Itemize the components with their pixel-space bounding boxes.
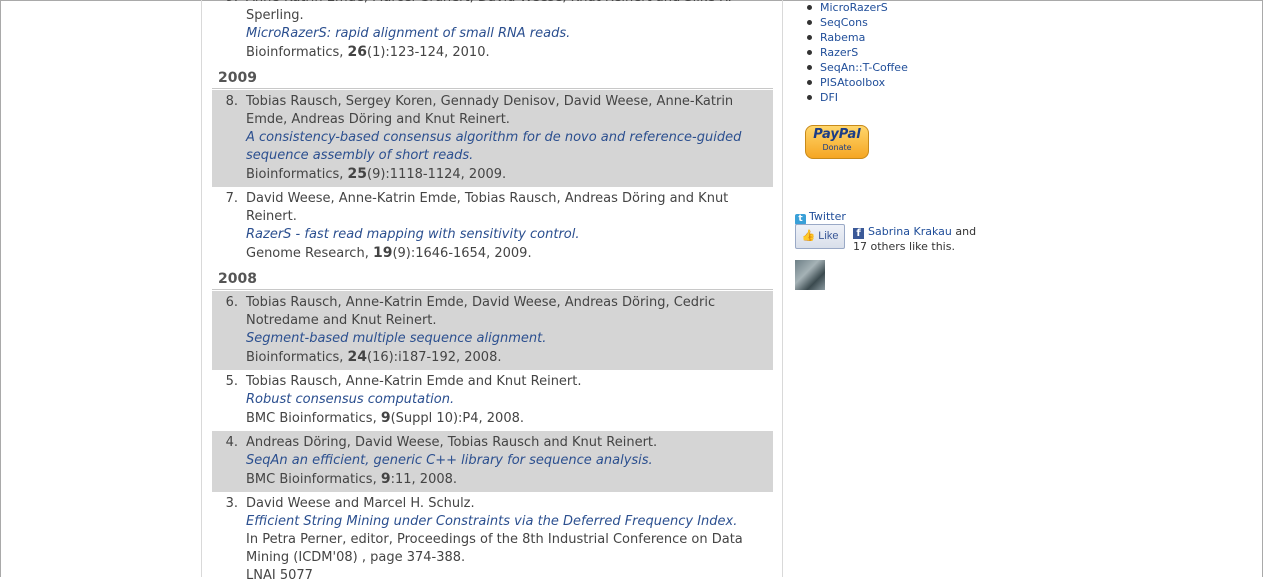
publication-number: 9.: [218, 0, 238, 7]
facebook-like-text: f Sabrina Krakau and 17 others like this.: [853, 224, 993, 254]
project-link[interactable]: Rabema: [805, 30, 908, 45]
project-link[interactable]: SeqAn::T-Coffee: [805, 60, 908, 75]
publication-number: 7.: [225, 191, 238, 206]
publication-venue: Bioinformatics, 25(9):1118-1124, 2009.: [246, 165, 763, 184]
publication-authors: Andreas Döring, David Weese, Tobias Raus…: [246, 435, 658, 450]
publication-venue: Bioinformatics, 24(16):i187-192, 2008.: [246, 348, 763, 367]
publication-title-link[interactable]: MicroRazerS: rapid alignment of small RN…: [246, 25, 763, 43]
facebook-friend-avatar[interactable]: [795, 260, 825, 290]
venue-details: (Suppl 10):P4, 2008.: [390, 411, 525, 426]
project-link[interactable]: PISAtoolbox: [805, 75, 908, 90]
publication-authors: David Weese and Marcel H. Schulz.: [246, 496, 475, 511]
publication-authors: Anne-Katrin Emde, Marcel Grunert, David …: [246, 0, 732, 23]
publication-title-link[interactable]: Robust consensus computation.: [246, 391, 763, 409]
venue-name: In Petra Perner, editor, Proceedings of …: [246, 532, 743, 565]
publication-number: 8.: [225, 94, 238, 109]
publication-entry: 5. Tobias Rausch, Anne-Katrin Emde and Kn…: [212, 370, 773, 431]
publication-venue: BMC Bioinformatics, 9:11, 2008.: [246, 470, 763, 489]
venue-name: Bioinformatics,: [246, 45, 348, 60]
publication-title-link[interactable]: RazerS - fast read mapping with sensitiv…: [246, 226, 763, 244]
year-heading: 2008: [212, 266, 773, 290]
project-link[interactable]: RazerS: [805, 45, 908, 60]
project-link[interactable]: MicroRazerS: [805, 0, 908, 15]
publication-authors: Tobias Rausch, Anne-Katrin Emde and Knut…: [246, 374, 582, 389]
publication-entry: 3. David Weese and Marcel H. Schulz. Effic…: [212, 492, 773, 588]
venue-details: :11, 2008.: [390, 472, 458, 487]
paypal-donate-button[interactable]: PayPal Donate: [805, 125, 869, 159]
venue-name: Bioinformatics,: [246, 167, 348, 182]
publication-venue: Genome Research, 19(9):1646-1654, 2009.: [246, 244, 763, 263]
publication-authors: Tobias Rausch, Anne-Katrin Emde, David W…: [246, 295, 716, 328]
publication-authors: David Weese, Anne-Katrin Emde, Tobias Ra…: [246, 191, 729, 224]
venue-volume: 9: [380, 471, 391, 487]
venue-volume: 19: [372, 245, 393, 261]
publication-venue: BMC Bioinformatics, 9(Suppl 10):P4, 2008…: [246, 409, 763, 428]
content-right-divider: [782, 0, 783, 577]
publication-title-link[interactable]: SeqAn an efficient, generic C++ library …: [246, 452, 763, 470]
venue-details: (9):1118-1124, 2009.: [367, 167, 507, 182]
publication-entry: 6. Tobias Rausch, Anne-Katrin Emde, David…: [212, 291, 773, 370]
publication-title-link[interactable]: Efficient String Mining under Constraint…: [246, 513, 763, 531]
venue-name: BMC Bioinformatics,: [246, 411, 381, 426]
publication-title-link[interactable]: Segment-based multiple sequence alignmen…: [246, 330, 763, 348]
venue-volume: 9: [380, 410, 391, 426]
paypal-donate-label: Donate: [822, 143, 852, 152]
venue-name: Bioinformatics,: [246, 350, 348, 365]
publication-venue: Bioinformatics, 26(1):123-124, 2010.: [246, 43, 763, 62]
publication-number: 5.: [225, 374, 238, 389]
year-heading: 2009: [212, 65, 773, 89]
publication-series: LNAI 5077: [246, 568, 313, 583]
publication-venue: In Petra Perner, editor, Proceedings of …: [246, 531, 763, 567]
facebook-friend-link[interactable]: Sabrina Krakau: [868, 225, 952, 238]
publication-number: 6.: [225, 295, 238, 310]
venue-name: BMC Bioinformatics,: [246, 472, 381, 487]
venue-volume: 25: [347, 166, 367, 182]
publication-title-link[interactable]: A consistency-based consensus algorithm …: [246, 129, 763, 165]
venue-name: Genome Research,: [246, 246, 373, 261]
facebook-like-button[interactable]: 👍 Like: [795, 224, 845, 249]
publication-number: 4.: [225, 435, 238, 450]
publication-number: 3.: [225, 496, 238, 511]
venue-volume: 26: [347, 44, 367, 60]
venue-details: (16):i187-192, 2008.: [367, 350, 502, 365]
paypal-logo: PayPal: [813, 127, 861, 142]
publication-entry: 9. Anne-Katrin Emde, Marcel Grunert, Davi…: [212, 0, 773, 65]
publication-entry: 7. David Weese, Anne-Katrin Emde, Tobias …: [212, 187, 773, 266]
facebook-icon: f: [853, 228, 864, 239]
content-left-divider: [201, 0, 202, 577]
venue-details: (1):123-124, 2010.: [367, 45, 490, 60]
publication-authors: Tobias Rausch, Sergey Koren, Gennady Den…: [246, 94, 734, 127]
publication-list: 9. Anne-Katrin Emde, Marcel Grunert, Davi…: [212, 0, 773, 588]
like-label: Like: [818, 230, 839, 242]
venue-details: (9):1646-1654, 2009.: [392, 246, 532, 261]
window-left-border: [0, 0, 1, 577]
venue-volume: 24: [347, 349, 367, 365]
publication-entry: 4. Andreas Döring, David Weese, Tobias Ra…: [212, 431, 773, 492]
project-link[interactable]: DFI: [805, 90, 908, 105]
twitter-label: Twitter: [809, 210, 846, 223]
project-link[interactable]: SeqCons: [805, 15, 908, 30]
twitter-link[interactable]: t Twitter: [795, 210, 846, 225]
thumbs-up-icon: 👍: [801, 230, 816, 242]
publication-entry: 8. Tobias Rausch, Sergey Koren, Gennady D…: [212, 90, 773, 187]
project-links: MicroRazerS SeqCons Rabema RazerS SeqAn::T-C…: [805, 0, 908, 105]
